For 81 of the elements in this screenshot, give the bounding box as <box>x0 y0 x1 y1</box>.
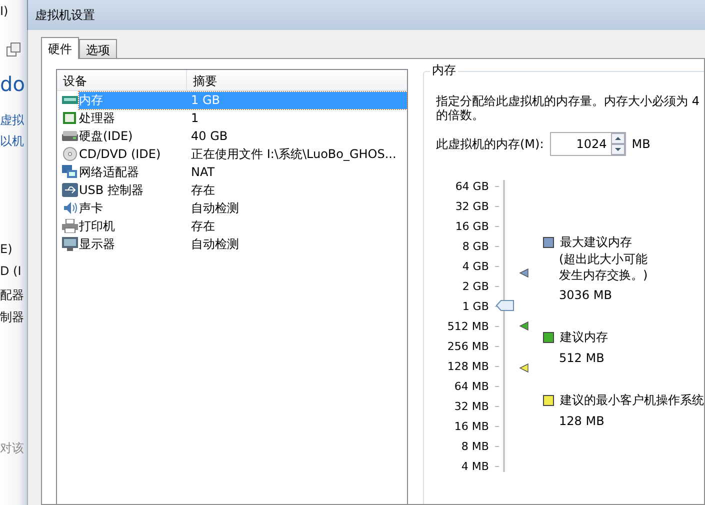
memory-label: 此虚拟机的内存(M): <box>436 136 544 152</box>
device-row[interactable]: 打印机 存在 <box>79 218 407 234</box>
spinner-arrows-icon[interactable] <box>610 133 625 155</box>
scale-label: 16 MB <box>454 420 489 432</box>
device-name: 硬盘(IDE) <box>79 128 134 144</box>
device-summary: 存在 <box>191 218 215 234</box>
legend-label: 建议的最小客户机操作系统 <box>560 392 704 409</box>
disk-icon <box>62 129 78 143</box>
background-text: E) <box>0 242 12 256</box>
description-text: 指定分配给此虚拟机的内存量。内存大小必须为 4 <box>436 94 700 108</box>
background-text: 对该 <box>0 440 24 457</box>
scale-label: 64 MB <box>454 380 489 392</box>
memory-icon <box>62 93 78 107</box>
scale-label: 4 MB <box>461 460 489 472</box>
background-text: I) <box>0 4 8 18</box>
scale-label: 1 GB <box>462 300 489 312</box>
scale-label: 2 GB <box>462 280 489 292</box>
device-row[interactable]: 显示器 自动检测 <box>79 236 407 252</box>
legend-value: 3036 MB <box>558 287 613 303</box>
sound-icon <box>62 201 78 215</box>
legend-value: 128 MB <box>558 413 606 429</box>
tab[interactable]: 选项 <box>79 39 117 58</box>
description-text: 的倍数。 <box>436 108 485 122</box>
unit-label: MB <box>632 137 650 151</box>
scale-label: 16 GB <box>455 220 489 232</box>
background-text: 以机 <box>0 133 24 150</box>
device-summary: 1 GB <box>191 93 220 107</box>
device-summary: 自动检测 <box>191 236 239 252</box>
device-name: 内存 <box>79 92 104 108</box>
printer-icon <box>62 219 78 233</box>
scale-label: 32 MB <box>454 400 489 412</box>
background-text: do <box>0 72 25 96</box>
scale-label: 32 GB <box>455 200 489 212</box>
legend-label: 最大建议内存 <box>560 234 632 251</box>
cpu-icon <box>62 111 78 125</box>
memory-input[interactable]: 1024 <box>550 132 626 156</box>
device-summary: 正在使用文件 I:\系统\LuoBo_GHOS... <box>191 146 396 162</box>
tab[interactable]: 硬件 <box>41 37 79 59</box>
legend-note: 发生内存交换。) <box>558 267 649 283</box>
device-name: 声卡 <box>79 200 104 216</box>
device-summary: NAT <box>191 165 215 179</box>
device-summary: 存在 <box>191 182 215 198</box>
windows-icon <box>6 42 22 58</box>
device-name: 网络适配器 <box>79 164 140 180</box>
device-summary: 自动检测 <box>191 200 239 216</box>
display-icon <box>62 237 78 251</box>
column-header[interactable]: 摘要 <box>187 70 217 90</box>
scale-label: 8 MB <box>461 440 489 452</box>
usb-icon <box>62 183 78 197</box>
network-icon <box>62 165 78 179</box>
device-row[interactable]: 网络适配器 NAT <box>79 164 407 180</box>
background-text: 虚拟 <box>0 112 24 129</box>
scale-label: 256 MB <box>447 340 489 352</box>
device-row[interactable]: 声卡 自动检测 <box>79 200 407 216</box>
legend-note: (超出此大小可能 <box>558 251 649 267</box>
scale-label: 4 GB <box>462 260 489 272</box>
device-row[interactable]: USB 控制器 存在 <box>79 182 407 198</box>
slider-thumb[interactable] <box>496 300 514 312</box>
device-row[interactable]: 处理器 1 <box>79 110 407 126</box>
scale-label: 128 MB <box>447 360 489 372</box>
cd-icon <box>62 147 78 161</box>
scale-label: 8 GB <box>462 240 489 252</box>
window-title: 虚拟机设置 <box>35 6 95 24</box>
device-summary: 40 GB <box>191 129 228 143</box>
legend-value: 512 MB <box>558 350 606 366</box>
device-summary: 1 <box>191 111 199 125</box>
scale-label: 512 MB <box>447 320 489 332</box>
column-header[interactable]: 设备 <box>57 70 187 90</box>
device-name: 处理器 <box>79 110 116 126</box>
group-title: 内存 <box>430 63 458 77</box>
legend-label: 建议内存 <box>560 329 608 346</box>
scale-label: 64 GB <box>455 180 489 192</box>
background-text: 配器 <box>0 287 24 304</box>
device-row[interactable]: 硬盘(IDE) 40 GB <box>79 128 407 144</box>
device-name: 显示器 <box>79 236 116 252</box>
background-text: D (I <box>0 264 22 278</box>
device-row[interactable]: CD/DVD (IDE) 正在使用文件 I:\系统\LuoBo_GHOS... <box>79 146 407 162</box>
device-name: CD/DVD (IDE) <box>79 147 162 161</box>
background-text: 制器 <box>0 309 24 326</box>
device-name: USB 控制器 <box>79 182 144 198</box>
device-name: 打印机 <box>79 218 116 234</box>
